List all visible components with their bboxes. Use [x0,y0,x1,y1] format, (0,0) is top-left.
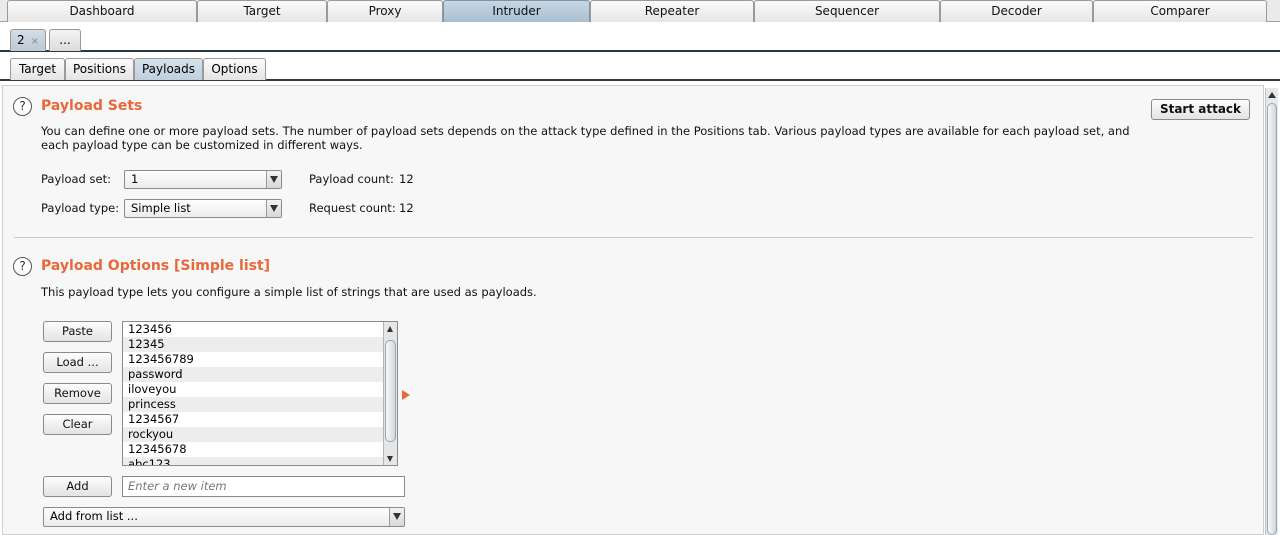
arrow-right-icon [402,390,410,400]
list-item[interactable]: rockyou [123,427,397,442]
payload-type-label: Payload type: [41,201,120,215]
list-item[interactable]: iloveyou [123,382,397,397]
tab-payloads[interactable]: Payloads [134,58,203,80]
payload-type-select[interactable]: Simple list [124,199,282,218]
chevron-down-icon [266,171,281,188]
attack-tab-bar: 2 × ... [0,22,1280,52]
payload-count-value: 12 [399,172,414,186]
list-item[interactable]: 123456 [123,322,397,337]
payload-count-label: Payload count: [309,172,394,186]
list-item[interactable]: 12345678 [123,442,397,457]
chevron-down-icon [389,508,404,526]
intruder-tab-bar: Target Positions Payloads Options [0,54,1280,81]
payload-set-select[interactable]: 1 [124,170,282,189]
tab-intruder-target[interactable]: Target [10,58,65,80]
tab-intruder[interactable]: Intruder [443,0,590,22]
chevron-down-icon [266,200,281,217]
scroll-up-icon[interactable] [384,322,397,335]
main-tab-bar: Dashboard Target Proxy Intruder Repeater… [0,0,1280,22]
add-from-list-value: Add from list ... [50,509,138,523]
payload-options-title: Payload Options [Simple list] [41,258,271,274]
scroll-down-icon[interactable] [384,452,397,465]
list-item[interactable]: password [123,367,397,382]
add-button[interactable]: Add [43,476,112,497]
list-item[interactable]: princess [123,397,397,412]
scroll-up-icon[interactable] [1266,88,1278,101]
tab-positions[interactable]: Positions [65,58,134,80]
payload-set-label: Payload set: [41,172,111,186]
close-icon[interactable]: × [31,36,39,47]
payload-options-description: This payload type lets you configure a s… [41,285,537,299]
payload-sets-title: Payload Sets [41,98,143,114]
description-line: You can define one or more payload sets.… [41,124,1130,138]
payloads-panel: ? Payload Sets Start attack You can defi… [2,85,1264,535]
request-count-value: 12 [399,201,414,215]
section-divider [14,237,1253,238]
help-icon[interactable]: ? [13,257,32,276]
payload-type-value: Simple list [131,201,191,215]
scroll-thumb[interactable] [1267,103,1277,535]
payload-set-value: 1 [131,172,139,186]
new-attack-tab[interactable]: ... [49,29,81,51]
remove-button[interactable]: Remove [43,383,112,404]
scroll-thumb[interactable] [385,340,396,442]
load-button[interactable]: Load ... [43,352,112,373]
tab-dashboard[interactable]: Dashboard [7,0,197,22]
list-scrollbar[interactable] [383,322,397,465]
tab-decoder[interactable]: Decoder [940,0,1093,22]
attack-tab-2[interactable]: 2 × [10,29,47,51]
tab-options[interactable]: Options [203,58,266,80]
payload-list[interactable]: 123456 12345 123456789 password iloveyou prin… [122,321,398,466]
list-item[interactable]: abc123 [123,457,397,465]
start-attack-button[interactable]: Start attack [1151,99,1250,120]
tab-target[interactable]: Target [197,0,327,22]
page-scrollbar[interactable] [1265,88,1278,535]
new-item-input[interactable]: Enter a new item [122,476,405,497]
tab-sequencer[interactable]: Sequencer [754,0,940,22]
list-item[interactable]: 123456789 [123,352,397,367]
attack-tab-label: 2 [17,33,25,47]
add-from-list-select[interactable]: Add from list ... [43,507,405,527]
payload-list-items: 123456 12345 123456789 password iloveyou prin… [123,322,397,465]
list-item[interactable]: 1234567 [123,412,397,427]
tab-repeater[interactable]: Repeater [590,0,754,22]
clear-button[interactable]: Clear [43,414,112,435]
paste-button[interactable]: Paste [43,321,112,342]
help-icon[interactable]: ? [13,97,32,116]
tab-proxy[interactable]: Proxy [327,0,443,22]
request-count-label: Request count: [309,201,396,215]
list-item[interactable]: 12345 [123,337,397,352]
payload-sets-description: You can define one or more payload sets.… [41,124,1141,152]
description-line: each payload type can be customized in d… [41,138,363,152]
tab-comparer[interactable]: Comparer [1093,0,1267,22]
